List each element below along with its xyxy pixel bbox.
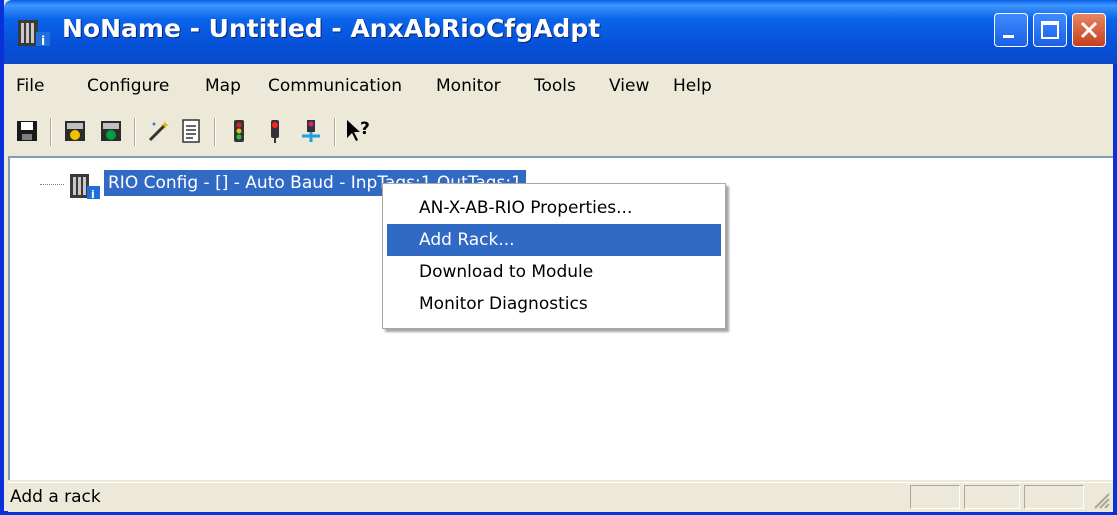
menu-tools[interactable]: Tools	[534, 76, 576, 96]
menu-item-monitor-diagnostics[interactable]: Monitor Diagnostics	[387, 288, 721, 320]
svg-text:i: i	[41, 34, 45, 48]
toolbar-separator	[334, 118, 336, 146]
context-help-button[interactable]: ?	[344, 116, 374, 146]
status-pane	[964, 485, 1020, 509]
save-icon	[17, 121, 37, 141]
configure-button[interactable]	[60, 116, 90, 146]
download-button[interactable]	[296, 116, 326, 146]
download-icon	[302, 120, 320, 142]
configure-icon	[65, 121, 85, 141]
status-pane	[910, 485, 960, 509]
report-icon	[182, 119, 200, 143]
help-glyph: ?	[360, 119, 370, 139]
toolbar-separator	[50, 118, 52, 146]
magic-wand-icon	[148, 121, 169, 142]
resize-grip-icon[interactable]	[1089, 488, 1111, 510]
context-menu: AN-X-AB-RIO Properties... Add Rack... Do…	[382, 183, 726, 329]
maximize-button[interactable]	[1033, 13, 1067, 47]
maximize-icon	[1041, 21, 1059, 39]
menu-map[interactable]: Map	[205, 76, 241, 96]
menu-item-properties[interactable]: AN-X-AB-RIO Properties...	[387, 192, 721, 224]
report-button[interactable]	[176, 116, 206, 146]
stop-button[interactable]	[260, 116, 290, 146]
stop-light-icon	[271, 120, 279, 143]
traffic-light-icon	[234, 120, 244, 142]
minimize-button[interactable]	[994, 13, 1028, 47]
svg-text:i: i	[91, 188, 95, 200]
app-window: i NoName - Untitled - AnxAbRioCfgAdpt Fi…	[0, 0, 1117, 515]
toolbar: ?	[8, 110, 1113, 154]
go-online-button[interactable]	[224, 116, 254, 146]
close-button[interactable]	[1072, 13, 1106, 47]
status-pane	[1024, 485, 1084, 509]
app-icon: i	[18, 20, 50, 48]
menu-view[interactable]: View	[609, 76, 649, 96]
wizard-button[interactable]	[144, 116, 174, 146]
tree-connector	[40, 184, 64, 185]
minimize-icon	[1003, 35, 1014, 38]
save-button[interactable]	[12, 116, 42, 146]
menu-monitor[interactable]: Monitor	[436, 76, 501, 96]
toolbar-separator	[134, 118, 136, 146]
close-icon	[1080, 21, 1098, 39]
help-pointer-icon: ?	[347, 119, 370, 141]
menu-bar: File Configure Map Communication Monitor…	[8, 72, 1113, 104]
menu-configure[interactable]: Configure	[87, 76, 169, 96]
toolbar-separator	[214, 118, 216, 146]
menu-help[interactable]: Help	[673, 76, 712, 96]
status-text: Add a rack	[10, 487, 101, 507]
window-title: NoName - Untitled - AnxAbRioCfgAdpt	[62, 14, 601, 43]
status-bar: Add a rack	[8, 482, 1113, 512]
menu-item-download-to-module[interactable]: Download to Module	[387, 256, 721, 288]
configure-map-button[interactable]	[96, 116, 126, 146]
menu-communication[interactable]: Communication	[268, 76, 402, 96]
menu-item-add-rack[interactable]: Add Rack...	[387, 224, 721, 256]
rio-config-icon: i	[70, 174, 100, 200]
configure-map-icon	[101, 121, 121, 141]
title-bar[interactable]: i NoName - Untitled - AnxAbRioCfgAdpt	[4, 0, 1117, 64]
menu-file[interactable]: File	[16, 76, 44, 96]
